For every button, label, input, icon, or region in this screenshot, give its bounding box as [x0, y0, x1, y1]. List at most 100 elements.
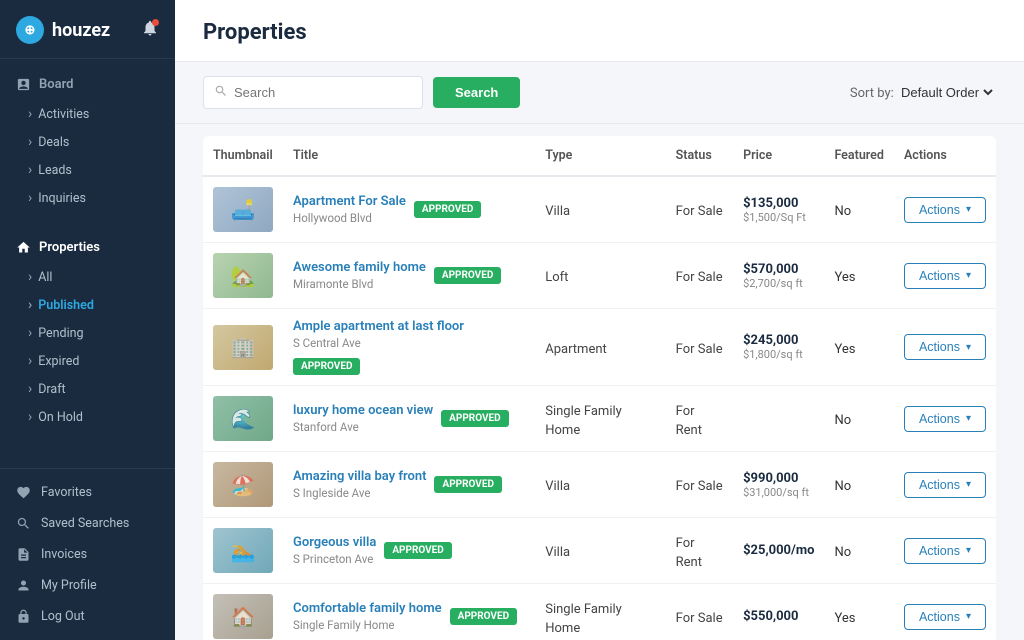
- cell-status: For Sale: [666, 243, 733, 309]
- cell-price: $990,000 $31,000/sq ft: [733, 452, 824, 518]
- board-group[interactable]: Board: [0, 69, 175, 100]
- cell-type: Villa: [535, 518, 665, 584]
- chevron-down-icon: ▾: [966, 270, 971, 281]
- actions-button[interactable]: Actions ▾: [904, 472, 986, 498]
- sort-select[interactable]: Default Order: [897, 84, 996, 101]
- thumbnail-image: 🛋️: [213, 187, 273, 232]
- property-title[interactable]: Amazing villa bay front: [293, 469, 426, 484]
- sidebar-item-leads[interactable]: Leads: [0, 156, 175, 184]
- logout-icon: [16, 609, 31, 624]
- sidebar-item-deals[interactable]: Deals: [0, 128, 175, 156]
- chevron-down-icon: ▾: [966, 545, 971, 556]
- price-sub: $1,500/Sq Ft: [743, 211, 814, 224]
- invoices-label: Invoices: [41, 547, 87, 562]
- table-row: 🏠 Comfortable family home Single Family …: [203, 584, 996, 640]
- property-status: For Sale: [676, 204, 723, 219]
- cell-actions: Actions ▾: [894, 309, 996, 386]
- sidebar-item-expired[interactable]: Expired: [0, 347, 175, 375]
- table-row: 🏢 Ample apartment at last floor S Centra…: [203, 309, 996, 386]
- actions-button[interactable]: Actions ▾: [904, 197, 986, 223]
- properties-group[interactable]: Properties: [0, 232, 175, 263]
- cell-featured: Yes: [824, 309, 894, 386]
- price-main: $990,000: [743, 471, 814, 486]
- property-status: For Rent: [676, 536, 702, 570]
- logo-area: ⊕ houzez: [0, 0, 175, 59]
- featured-value: No: [834, 479, 851, 494]
- property-title[interactable]: Gorgeous villa: [293, 535, 376, 550]
- property-title[interactable]: Apartment For Sale: [293, 194, 406, 209]
- property-type: Single Family Home: [545, 602, 622, 636]
- price-main: $550,000: [743, 609, 814, 624]
- profile-icon: [16, 578, 31, 593]
- sort-by-label: Sort by: Default Order: [850, 84, 996, 101]
- cell-featured: No: [824, 452, 894, 518]
- thumbnail-image: 🌊: [213, 396, 273, 441]
- cell-type: Loft: [535, 243, 665, 309]
- cell-title: Ample apartment at last floor S Central …: [283, 309, 535, 386]
- property-address: Stanford Ave: [293, 420, 433, 434]
- properties-section: Properties All Published Pending Expired…: [0, 222, 175, 441]
- properties-icon: [16, 240, 31, 255]
- actions-button[interactable]: Actions ▾: [904, 334, 986, 360]
- actions-button[interactable]: Actions ▾: [904, 263, 986, 289]
- sidebar-item-published[interactable]: Published: [0, 291, 175, 319]
- sidebar-item-draft[interactable]: Draft: [0, 375, 175, 403]
- invoices-link[interactable]: Invoices: [0, 539, 175, 570]
- favorites-link[interactable]: Favorites: [0, 477, 175, 508]
- cell-actions: Actions ▾: [894, 584, 996, 640]
- cell-price: $550,000: [733, 584, 824, 640]
- cell-thumbnail: 🌊: [203, 386, 283, 452]
- price-main: $135,000: [743, 196, 814, 211]
- thumbnail-image: 🏠: [213, 594, 273, 639]
- property-title[interactable]: Comfortable family home: [293, 601, 442, 616]
- search-input[interactable]: [234, 85, 412, 100]
- table-body: 🛋️ Apartment For Sale Hollywood Blvd App…: [203, 176, 996, 640]
- actions-button[interactable]: Actions ▾: [904, 538, 986, 564]
- sidebar-item-all[interactable]: All: [0, 263, 175, 291]
- cell-thumbnail: 🏡: [203, 243, 283, 309]
- chevron-down-icon: ▾: [966, 204, 971, 215]
- price-main: $245,000: [743, 333, 814, 348]
- sidebar-item-on-hold[interactable]: On Hold: [0, 403, 175, 431]
- cell-price: [733, 386, 824, 452]
- actions-button[interactable]: Actions ▾: [904, 604, 986, 630]
- saved-searches-link[interactable]: Saved Searches: [0, 508, 175, 539]
- cell-status: For Sale: [666, 452, 733, 518]
- property-title[interactable]: luxury home ocean view: [293, 403, 433, 418]
- price-main: $570,000: [743, 262, 814, 277]
- property-title[interactable]: Awesome family home: [293, 260, 426, 275]
- featured-value: Yes: [834, 611, 855, 626]
- cell-title: luxury home ocean view Stanford Ave Appr…: [283, 386, 535, 452]
- featured-value: Yes: [834, 342, 855, 357]
- search-button[interactable]: Search: [433, 77, 520, 108]
- search-icon: [214, 83, 234, 102]
- property-status: For Sale: [676, 342, 723, 357]
- heart-icon: [16, 485, 31, 500]
- property-type: Apartment: [545, 342, 607, 357]
- col-actions: Actions: [894, 136, 996, 176]
- actions-button[interactable]: Actions ▾: [904, 406, 986, 432]
- property-address: Miramonte Blvd: [293, 277, 426, 291]
- properties-table: Thumbnail Title Type Status Price Featur…: [203, 136, 996, 640]
- featured-value: No: [834, 204, 851, 219]
- sidebar: ⊕ houzez Board Activities Deals Leads In…: [0, 0, 175, 640]
- cell-actions: Actions ▾: [894, 243, 996, 309]
- table-wrap: Thumbnail Title Type Status Price Featur…: [175, 124, 1024, 640]
- sidebar-item-pending[interactable]: Pending: [0, 319, 175, 347]
- cell-thumbnail: 🏠: [203, 584, 283, 640]
- thumbnail-image: 🏢: [213, 325, 273, 370]
- my-profile-link[interactable]: My Profile: [0, 570, 175, 601]
- sidebar-item-inquiries[interactable]: Inquiries: [0, 184, 175, 212]
- chevron-down-icon: ▾: [966, 342, 971, 353]
- chevron-down-icon: ▾: [966, 479, 971, 490]
- cell-thumbnail: 🏢: [203, 309, 283, 386]
- cell-status: For Sale: [666, 584, 733, 640]
- cell-status: For Sale: [666, 309, 733, 386]
- price-sub: $2,700/sq ft: [743, 277, 814, 290]
- property-title[interactable]: Ample apartment at last floor: [293, 319, 464, 334]
- cell-actions: Actions ▾: [894, 518, 996, 584]
- col-thumbnail: Thumbnail: [203, 136, 283, 176]
- notification-bell[interactable]: [141, 19, 159, 41]
- sidebar-item-activities[interactable]: Activities: [0, 100, 175, 128]
- log-out-link[interactable]: Log Out: [0, 601, 175, 632]
